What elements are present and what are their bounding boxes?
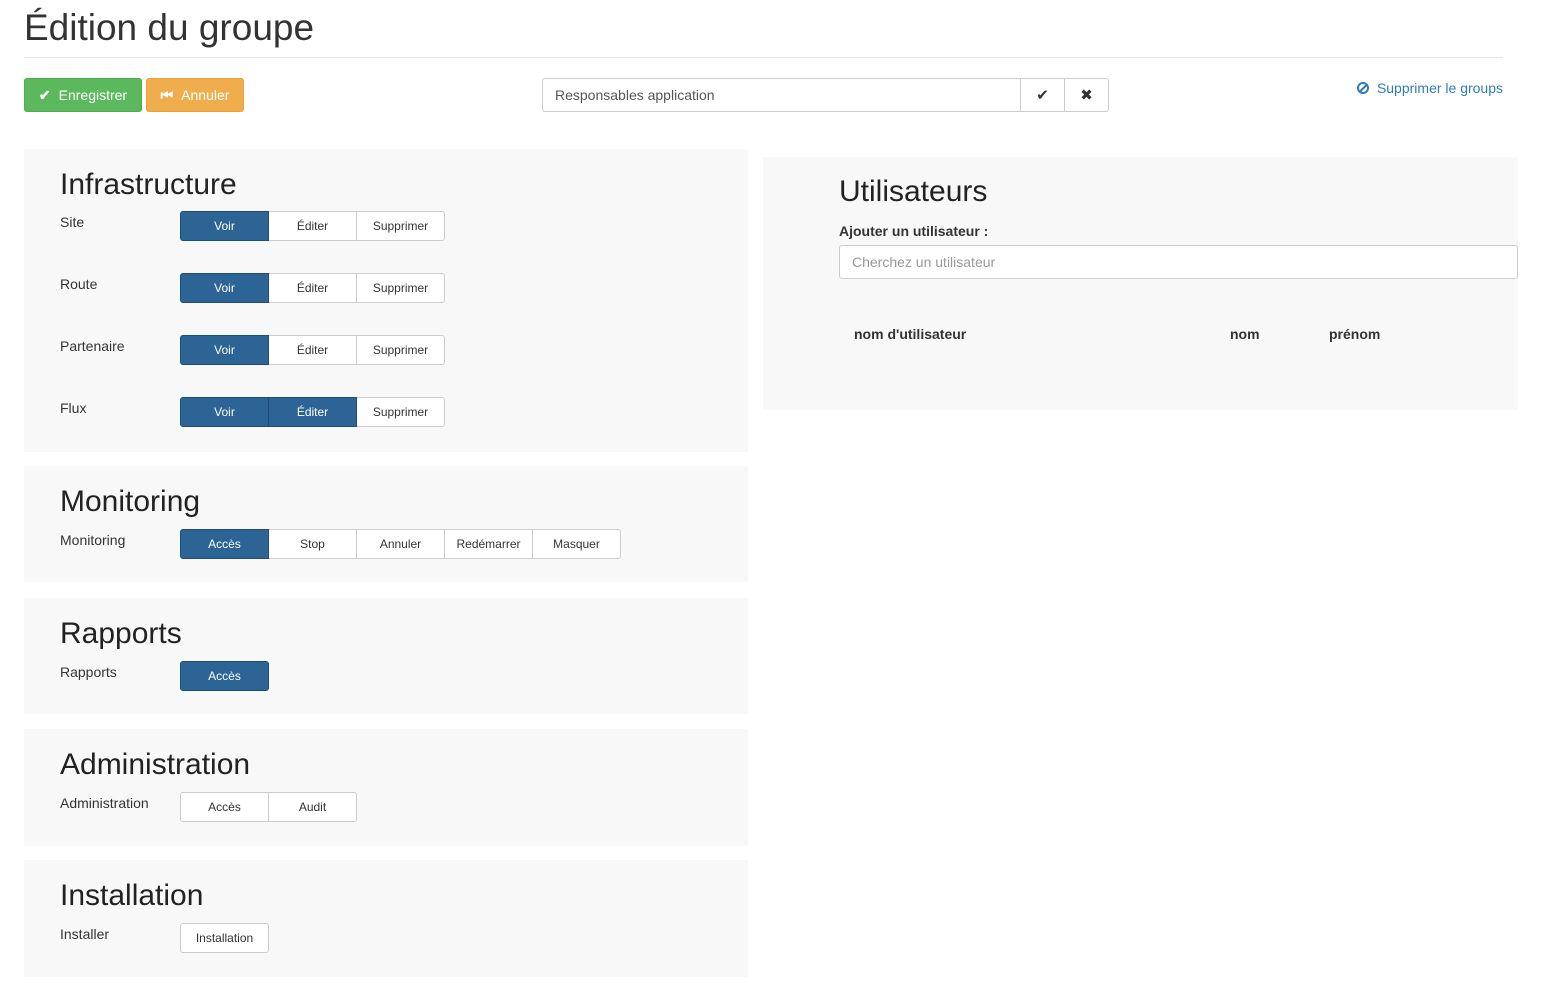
toggle-redemarrer-button[interactable]: Redémarrer (444, 529, 533, 559)
page-title: Édition du groupe (24, 7, 315, 48)
perm-row-partenaire: Partenaire Voir Éditer Supprimer (60, 335, 712, 368)
toggle-stop-button[interactable]: Stop (268, 529, 357, 559)
permission-toggle-group: Installation (180, 923, 269, 953)
clear-name-button[interactable]: ✖ (1065, 78, 1109, 112)
check-icon: ✔ (1036, 87, 1049, 104)
toggle-acces-button[interactable]: Accès (180, 792, 269, 822)
perm-label: Partenaire (60, 338, 125, 354)
times-icon: ✖ (1080, 87, 1093, 104)
section-title-installation: Installation (60, 879, 204, 912)
delete-group-label: Supprimer le groups (1376, 80, 1503, 96)
toggle-masquer-button[interactable]: Masquer (532, 529, 621, 559)
perm-row-rapports: Rapports Accès (60, 661, 712, 694)
toggle-editer-button[interactable]: Éditer (268, 397, 357, 427)
perm-row-installer: Installer Installation (60, 923, 712, 956)
users-panel: Utilisateurs Ajouter un utilisateur : Ch… (763, 157, 1518, 410)
add-user-label: Ajouter un utilisateur : (839, 223, 989, 239)
section-title-administration: Administration (60, 748, 251, 781)
permission-toggle-group: Accès Audit (180, 792, 357, 822)
permission-toggle-group: Voir Éditer Supprimer (180, 211, 445, 241)
toggle-acces-button[interactable]: Accès (180, 529, 269, 559)
cancel-button[interactable]: ⏮ Annuler (146, 78, 244, 112)
users-title: Utilisateurs (839, 175, 988, 208)
permission-toggle-group: Voir Éditer Supprimer (180, 335, 445, 365)
toggle-voir-button[interactable]: Voir (180, 273, 269, 303)
perm-row-flux: Flux Voir Éditer Supprimer (60, 397, 712, 430)
delete-group-link[interactable]: Supprimer le groups (1356, 79, 1503, 97)
group-name-input-group: Responsables application ✔ ✖ (542, 78, 1109, 112)
save-button[interactable]: ✔ Enregistrer (24, 78, 142, 112)
perm-row-site: Site Voir Éditer Supprimer (60, 211, 712, 244)
toggle-annuler-button[interactable]: Annuler (356, 529, 445, 559)
toggle-installation-button[interactable]: Installation (180, 923, 269, 953)
perm-label: Flux (60, 400, 87, 416)
group-name-input[interactable]: Responsables application (542, 78, 1020, 112)
cancel-button-label: Annuler (181, 87, 230, 103)
toggle-voir-button[interactable]: Voir (180, 335, 269, 365)
toggle-audit-button[interactable]: Audit (268, 792, 357, 822)
ban-icon (1356, 82, 1369, 94)
confirm-name-button[interactable]: ✔ (1020, 78, 1065, 112)
toggle-voir-button[interactable]: Voir (180, 397, 269, 427)
panel-installation: Installation Installer Installation (24, 860, 748, 977)
permission-toggle-group: Accès (180, 661, 269, 691)
toggle-editer-button[interactable]: Éditer (268, 273, 357, 303)
toggle-editer-button[interactable]: Éditer (268, 211, 357, 241)
toggle-voir-button[interactable]: Voir (180, 211, 269, 241)
title-divider (24, 57, 1503, 58)
section-title-rapports: Rapports (60, 617, 182, 650)
toggle-supprimer-button[interactable]: Supprimer (356, 211, 445, 241)
panel-rapports: Rapports Rapports Accès (24, 598, 748, 714)
perm-label: Monitoring (60, 532, 126, 548)
perm-label: Route (60, 276, 98, 292)
toggle-editer-button[interactable]: Éditer (268, 335, 357, 365)
perm-label: Installer (60, 926, 110, 942)
perm-label: Site (60, 214, 85, 230)
panel-infrastructure: Infrastructure Site Voir Éditer Supprimer R… (24, 149, 748, 452)
perm-row-monitoring: Monitoring Accès Stop Annuler Redémarrer Masq… (60, 529, 712, 562)
permission-toggle-group: Voir Éditer Supprimer (180, 273, 445, 303)
column-header-username: nom d'utilisateur (854, 326, 967, 342)
perm-label: Administration (60, 795, 149, 811)
section-title-infrastructure: Infrastructure (60, 168, 237, 201)
column-header-nom: nom (1230, 326, 1260, 342)
toggle-supprimer-button[interactable]: Supprimer (356, 397, 445, 427)
perm-label: Rapports (60, 664, 117, 680)
permission-toggle-group: Voir Éditer Supprimer (180, 397, 445, 427)
step-backward-icon: ⏮ (160, 86, 174, 103)
user-search-input[interactable]: Cherchez un utilisateur (839, 245, 1518, 279)
perm-row-administration: Administration Accès Audit (60, 792, 712, 825)
panel-monitoring: Monitoring Monitoring Accès Stop Annuler Red… (24, 466, 748, 582)
toggle-acces-button[interactable]: Accès (180, 661, 269, 691)
toggle-supprimer-button[interactable]: Supprimer (356, 273, 445, 303)
perm-row-route: Route Voir Éditer Supprimer (60, 273, 712, 306)
save-button-label: Enregistrer (58, 87, 128, 103)
section-title-monitoring: Monitoring (60, 485, 201, 518)
column-header-prenom: prénom (1329, 326, 1381, 342)
save-icon: ✔ (38, 86, 51, 103)
permission-toggle-group: Accès Stop Annuler Redémarrer Masquer (180, 529, 621, 559)
toggle-supprimer-button[interactable]: Supprimer (356, 335, 445, 365)
panel-administration: Administration Administration Accès Audit (24, 729, 748, 846)
